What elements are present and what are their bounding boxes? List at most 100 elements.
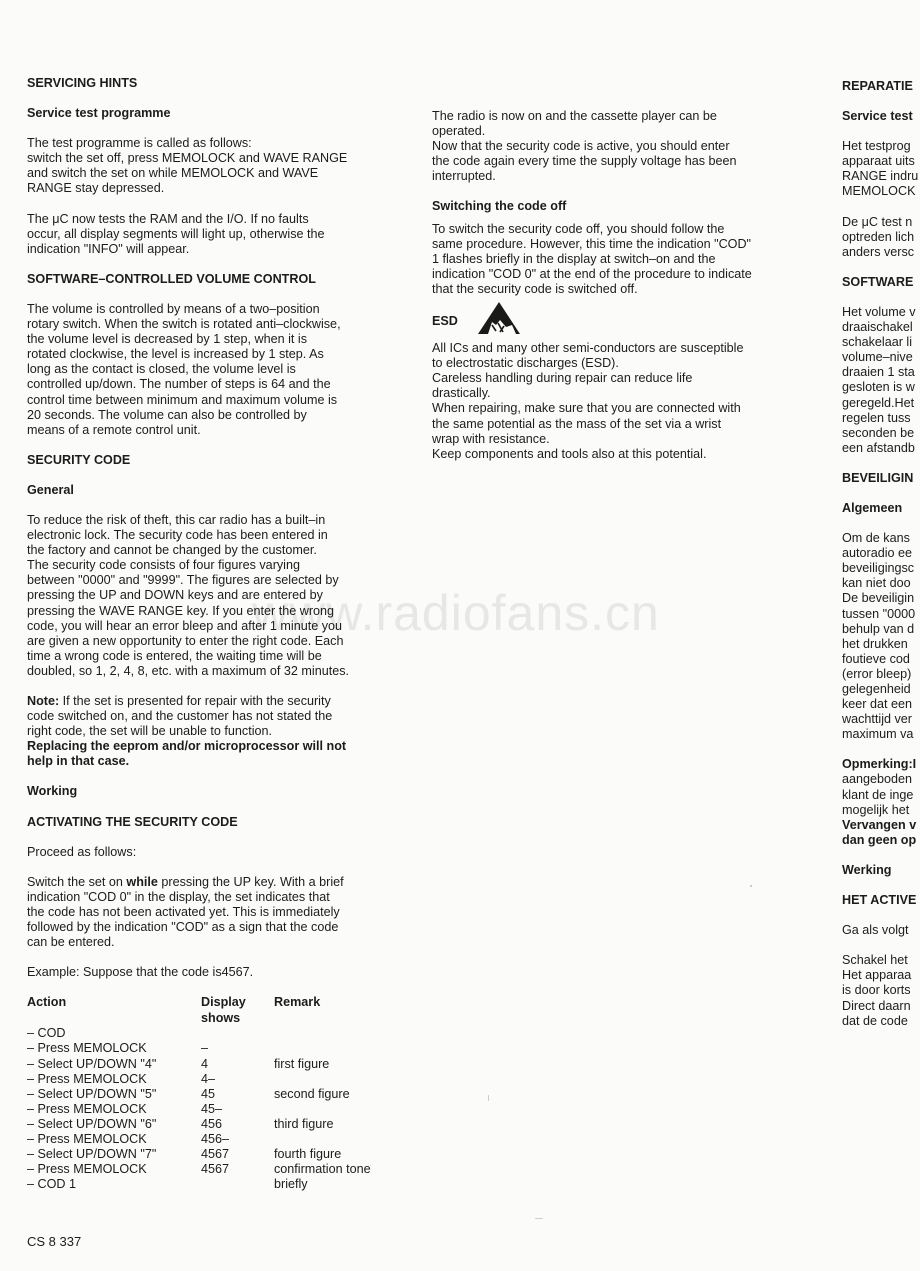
section-title-servicing-hints: SERVICING HINTS (27, 76, 138, 90)
text-line: All ICs and many other semi-conductors a… (432, 341, 744, 356)
nl-opmerking-bold: Vervangen v dan geen op (842, 818, 920, 848)
table-row: – COD (27, 1026, 371, 1041)
cell-display (201, 1177, 274, 1192)
text-line: 20 seconds. The volume can also be contr… (27, 407, 307, 422)
text-line: dat de code (842, 1013, 908, 1028)
cell-action: – Press MEMOLOCK (27, 1162, 147, 1177)
text-line: draaien 1 sta (842, 365, 915, 380)
document-code: CS 8 337 (27, 1234, 82, 1249)
text-line: the code has not been activated yet. Thi… (27, 904, 340, 919)
text-line: pressing the WAVE RANGE key. If you ente… (27, 603, 335, 618)
heading-switching-off: Switching the code off (432, 199, 567, 214)
text-line: beveiligingsc (842, 561, 915, 576)
heading-volume-control: SOFTWARE–CONTROLLED VOLUME CONTROL (27, 271, 316, 286)
nl-para2: De μC test n optreden lich anders versc (842, 215, 920, 260)
cell-action: – Press MEMOLOCK (27, 1101, 147, 1116)
cell-remark: fourth figure (274, 1147, 342, 1162)
cell-action: – Press MEMOLOCK (27, 1131, 147, 1146)
text-line: pressing the UP and DOWN keys and are en… (27, 588, 323, 603)
text-line: interrupted. (432, 169, 496, 184)
cell-display: – (201, 1041, 209, 1056)
text-line: RANGE indru (842, 169, 919, 184)
text-line: that the security code is switched off. (432, 281, 638, 296)
cell-remark (274, 1026, 371, 1041)
scan-speck (488, 1095, 489, 1101)
text-line: kan niet doo (842, 576, 911, 591)
nl-para1: Het testprog apparaat uits RANGE indru MEMO… (842, 139, 920, 199)
cell-action: – COD 1 (27, 1177, 76, 1192)
table-body: – COD – Press MEMOLOCK – – Select UP/DOWN "… (27, 1026, 371, 1192)
service-test-para1: The test programme is called as follows:… (27, 136, 412, 196)
heading-general: General (27, 482, 74, 497)
text-line: anders versc (842, 244, 915, 259)
table-row: – Press MEMOLOCK 4– (27, 1072, 371, 1087)
radio-on-para: The radio is now on and the cassette pla… (432, 109, 802, 184)
text-line: wachttijd ver (842, 712, 912, 727)
text-line: foutieve cod (842, 651, 910, 666)
text-line: autoradio ee (842, 546, 913, 561)
text-line: The volume is controlled by means of a t… (27, 301, 320, 316)
text-line: are given a new opportunity to enter the… (27, 633, 344, 648)
text-line: Direct daarn (842, 998, 911, 1013)
text-line: optreden lich (842, 229, 915, 244)
switch-on-para: Switch the set on while pressing the UP … (27, 875, 412, 950)
nl-volume-para: Het volume v draaischakel schakelaar li vol… (842, 305, 920, 456)
proceed-text: Proceed as follows: (27, 844, 137, 859)
cell-action: – Press MEMOLOCK (27, 1071, 147, 1086)
heading-beveiliging: BEVEILIGIN (842, 470, 914, 485)
heading-service-test-nl: Service test (842, 109, 913, 124)
text-line: Het testprog (842, 139, 911, 154)
text-line: Om de kans (842, 531, 910, 546)
text-line: The radio is now on and the cassette pla… (432, 109, 717, 123)
table-row: – Select UP/DOWN "7" 4567 fourth figure (27, 1147, 371, 1162)
cell-remark: second figure (274, 1086, 350, 1101)
esd-para: All ICs and many other semi-conductors a… (432, 341, 802, 462)
nl-algemeen-para: Om de kans autoradio ee beveiligingsc kan n… (842, 531, 920, 742)
text-line: Now that the security code is active, yo… (432, 139, 730, 154)
cell-remark: briefly (274, 1177, 308, 1192)
volume-para: The volume is controlled by means of a t… (27, 302, 412, 438)
text-line: maximum va (842, 727, 914, 742)
text-line: occur, all display segments will light u… (27, 226, 325, 241)
note-bold-warning: Replacing the eeprom and/or microprocess… (27, 739, 412, 769)
switch-on-rest: indication "COD 0" in the display, the s… (27, 890, 412, 950)
text-line: switch the set off, press MEMOLOCK and W… (27, 151, 348, 166)
text-line: indication "COD 0" in the display, the s… (27, 889, 330, 904)
text-line: is door korts (842, 983, 911, 998)
text-line: control time between minimum and maximum… (27, 392, 338, 407)
code-entry-table: Action Display shows Remark – COD – Press … (27, 995, 371, 1192)
text-line: Schakel het (842, 953, 908, 968)
text-line: can be entered. (27, 935, 115, 950)
text-line: help in that case. (27, 754, 130, 769)
text-line: indication "COD 0" at the end of the pro… (432, 266, 752, 281)
text-line: means of a remote control unit. (27, 422, 201, 437)
table-header-row: Action Display shows Remark (27, 995, 371, 1026)
text-line: To switch the security code off, you sho… (432, 221, 725, 236)
heading-working: Working (27, 784, 78, 799)
text-line: The μC now tests the RAM and the I/O. If… (27, 211, 309, 226)
cell-action: – Select UP/DOWN "6" (27, 1116, 157, 1131)
text-line: De μC test n (842, 214, 913, 229)
scan-speck (535, 1218, 543, 1219)
text-line: the factory and cannot be changed by the… (27, 543, 317, 558)
header-remark: Remark (274, 995, 321, 1010)
cell-display: 4 (201, 1056, 209, 1071)
text-line: klant de inge (842, 787, 914, 802)
text-line: MEMOLOCK (842, 184, 916, 199)
text-line: Careless handling during repair can redu… (432, 371, 693, 386)
text-line: followed by the indication "COD" as a si… (27, 920, 339, 935)
text-line: time a wrong code is entered, the waitin… (27, 648, 322, 663)
text-line: To reduce the risk of theft, this car ra… (27, 512, 326, 527)
cell-display: 4567 (201, 1162, 230, 1177)
text-line: operated. (432, 124, 486, 139)
text-line: De beveiligin (842, 591, 915, 606)
table-row: – Press MEMOLOCK 4567 confirmation tone (27, 1162, 371, 1177)
text-line: and switch the set on while MEMOLOCK and… (27, 166, 319, 181)
nl-schakel-para: Schakel het Het apparaa is door korts Direc… (842, 953, 920, 1028)
cell-display: 4567 (201, 1147, 230, 1162)
text-line: een afstandb (842, 440, 915, 455)
table-row: – Press MEMOLOCK – (27, 1041, 371, 1056)
text-line: gesloten is w (842, 380, 915, 395)
note-block: Note: If the set is presented for repair… (27, 694, 412, 769)
text-line: behulp van d (842, 621, 915, 636)
